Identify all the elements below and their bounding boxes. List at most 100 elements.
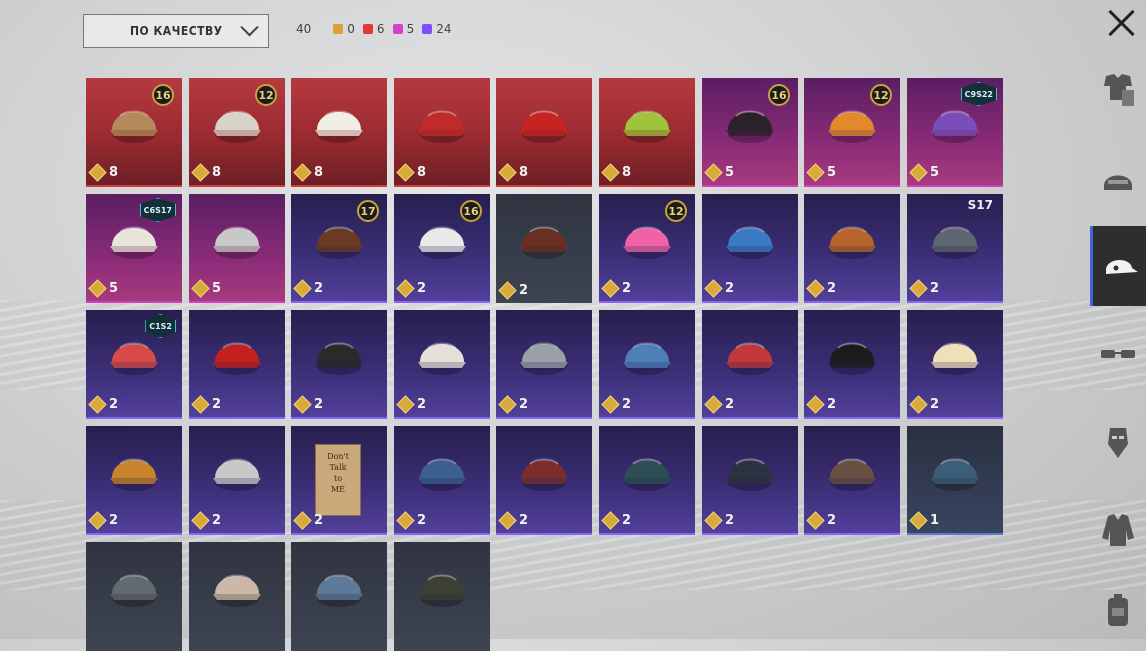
item-tile[interactable]: 2 [804, 426, 900, 535]
item-tile[interactable] [86, 542, 182, 651]
chevron-down-icon [240, 17, 259, 36]
sidebar-item-mask[interactable] [1090, 402, 1146, 482]
sidebar-item-backpack[interactable] [1090, 570, 1146, 650]
sort-dropdown[interactable]: ПО КАЧЕСТВУ [83, 14, 269, 48]
gas-mask-icon [315, 342, 363, 375]
quantity-value: 8 [417, 165, 427, 180]
item-quantity: 2 [88, 511, 118, 530]
quantity-value: 2 [622, 281, 632, 296]
close-button[interactable] [1105, 6, 1139, 40]
item-tile[interactable]: 2 [804, 194, 900, 303]
sidebar-item-headwear[interactable] [1090, 226, 1146, 306]
item-tile[interactable] [394, 542, 490, 651]
blue-cap-icon [726, 226, 774, 259]
item-quantity: 2 [191, 395, 221, 414]
item-quantity: 2 [704, 279, 734, 298]
diamond-icon [293, 395, 312, 414]
item-tile[interactable]: 2 [702, 194, 798, 303]
item-tile[interactable]: 12 8 [189, 78, 285, 187]
item-tile[interactable]: 2 [599, 310, 695, 419]
diamond-icon [88, 511, 107, 530]
quantity-value: 2 [930, 281, 940, 296]
item-tile[interactable]: 16 2 [394, 194, 490, 303]
item-quantity: 5 [191, 279, 221, 298]
item-tile[interactable] [291, 542, 387, 651]
quantity-value: 2 [622, 397, 632, 412]
white-cowboy-hat-icon [315, 110, 363, 143]
quantity-value: 5 [109, 281, 119, 296]
item-tile[interactable]: 2 [702, 426, 798, 535]
item-tile[interactable]: 8 [291, 78, 387, 187]
item-tile[interactable]: 8 [394, 78, 490, 187]
item-tile[interactable]: 16 5 [702, 78, 798, 187]
sidebar-item-helmet[interactable] [1090, 142, 1146, 222]
item-tile[interactable]: 2 [189, 310, 285, 419]
quantity-value: 2 [519, 283, 529, 298]
item-tile[interactable]: 5 [189, 194, 285, 303]
head-mirror-icon [213, 458, 261, 491]
diamond-icon [293, 511, 312, 530]
level-badge: 17 [357, 200, 379, 222]
item-tile[interactable]: 2 [291, 310, 387, 419]
item-tile[interactable]: 2 [86, 426, 182, 535]
item-tile[interactable]: 1 [907, 426, 1003, 535]
diamond-icon [704, 511, 723, 530]
item-tile[interactable]: 12 5 [804, 78, 900, 187]
item-tile[interactable]: 2 [496, 194, 592, 303]
diamond-icon [704, 279, 723, 298]
item-tile[interactable]: 8 [599, 78, 695, 187]
black-top-hat-icon [828, 342, 876, 375]
pink-square-icon [392, 24, 403, 34]
item-quantity: 2 [704, 511, 734, 530]
item-tile[interactable]: 2 [394, 426, 490, 535]
item-tile[interactable]: 2 [496, 310, 592, 419]
item-tile[interactable]: 17 2 [291, 194, 387, 303]
goggles-hair-icon [213, 226, 261, 259]
mask-icon [1108, 428, 1128, 458]
quantity-value: 5 [930, 165, 940, 180]
item-tile[interactable]: 12 2 [599, 194, 695, 303]
item-tile[interactable]: 2 [394, 310, 490, 419]
rarity-count-gold: 0 [333, 22, 355, 36]
cardboard-sign-icon: Don't Talk to ME [315, 444, 361, 516]
item-tile[interactable]: 2 [702, 310, 798, 419]
quantity-value: 2 [827, 397, 837, 412]
sidebar-item-jacket[interactable] [1090, 490, 1146, 570]
item-tile[interactable]: C1S2 2 [86, 310, 182, 419]
item-tile[interactable]: C6S17 5 [86, 194, 182, 303]
quantity-value: 2 [314, 513, 324, 528]
item-tile[interactable]: 2 [189, 426, 285, 535]
item-tile[interactable] [189, 542, 285, 651]
quantity-value: 5 [725, 165, 735, 180]
sidebar-item-outfit[interactable] [1090, 50, 1146, 130]
backpack-icon [1108, 594, 1128, 626]
item-tile[interactable]: C9S22 5 [907, 78, 1003, 187]
horned-helmet-icon [931, 226, 979, 259]
fedora-icon [520, 458, 568, 491]
item-quantity: 5 [806, 163, 836, 182]
item-quantity: 2 [88, 395, 118, 414]
item-quantity: 8 [498, 163, 528, 182]
item-quantity: 2 [498, 281, 529, 300]
item-tile[interactable]: 2 [907, 310, 1003, 419]
item-quantity: 5 [88, 279, 119, 298]
item-tile[interactable]: Don't Talk to ME 2 [291, 426, 387, 535]
item-tile[interactable]: S17 2 [907, 194, 1003, 303]
quantity-value: 2 [725, 397, 735, 412]
item-tile[interactable]: 16 8 [86, 78, 182, 187]
diamond-icon [191, 279, 210, 298]
gray-beret-icon [110, 574, 158, 607]
sidebar-item-glasses[interactable] [1090, 314, 1146, 394]
item-tile[interactable]: 2 [496, 426, 592, 535]
item-quantity: 8 [396, 163, 427, 182]
item-quantity: 2 [396, 511, 426, 530]
diamond-icon [498, 511, 517, 530]
item-tile[interactable]: 2 [804, 310, 900, 419]
red-beret-icon [726, 342, 774, 375]
item-tile[interactable]: 2 [599, 426, 695, 535]
diamond-icon [704, 163, 723, 182]
quantity-value: 2 [519, 513, 529, 528]
quantity-value: 2 [417, 281, 427, 296]
level-badge: 16 [152, 84, 174, 106]
item-tile[interactable]: 8 [496, 78, 592, 187]
